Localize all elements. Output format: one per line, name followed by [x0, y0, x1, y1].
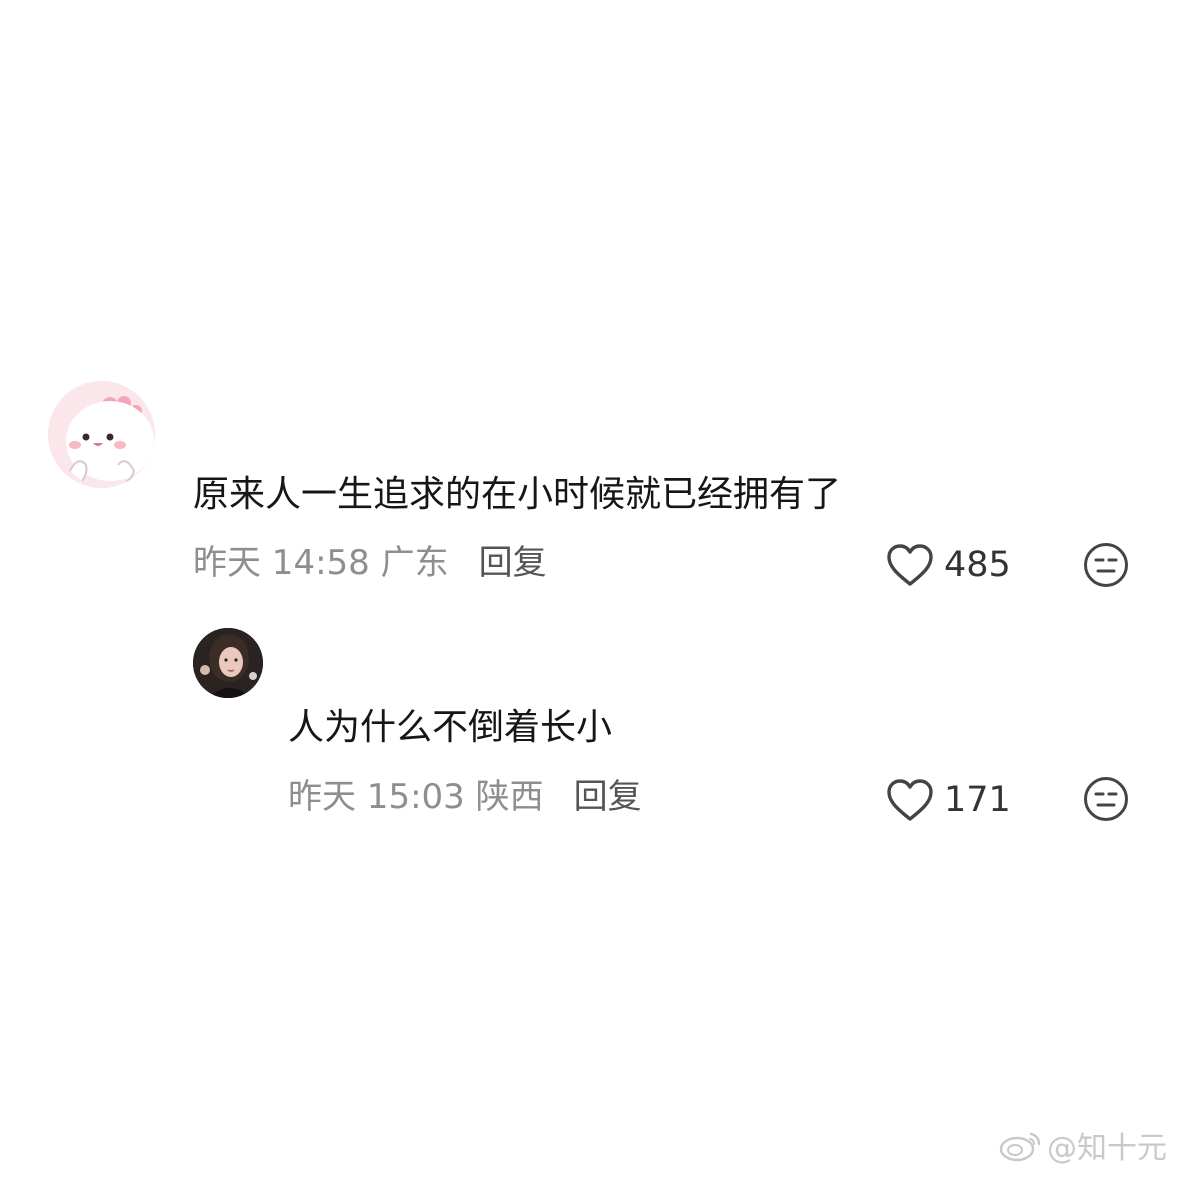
react-button[interactable]: [1083, 776, 1129, 822]
comment-time-location: 昨天 15:03 陕西: [288, 777, 544, 817]
watermark-text: @知十元: [1047, 1131, 1167, 1166]
reply-button[interactable]: 回复: [574, 777, 642, 817]
comment-time-location: 昨天 14:58 广东: [193, 543, 449, 583]
comment-text: 原来人一生追求的在小时候就已经拥有了: [193, 474, 842, 515]
reply-button[interactable]: 回复: [479, 543, 547, 583]
person-photo-avatar-icon: [193, 628, 263, 698]
commenter-avatar[interactable]: [193, 628, 263, 698]
neutral-face-icon: [1084, 777, 1128, 821]
react-button[interactable]: [1083, 542, 1129, 588]
commenter-avatar[interactable]: [48, 381, 155, 488]
like-count: 485: [944, 545, 1011, 585]
like-count: 171: [944, 780, 1011, 820]
dinosaur-avatar-icon: [48, 381, 155, 488]
heart-outline-icon: [887, 779, 933, 821]
neutral-face-icon: [1084, 543, 1128, 587]
weibo-logo-icon: [999, 1132, 1041, 1162]
comment-meta: 昨天 14:58 广东 回复: [193, 543, 547, 583]
watermark: @知十元: [999, 1123, 1167, 1167]
heart-outline-icon: [887, 544, 933, 586]
like-button[interactable]: 485: [886, 543, 1011, 587]
comment-text: 人为什么不倒着长小: [288, 707, 613, 748]
like-button[interactable]: 171: [886, 778, 1011, 822]
comment-meta: 昨天 15:03 陕西 回复: [288, 777, 642, 817]
